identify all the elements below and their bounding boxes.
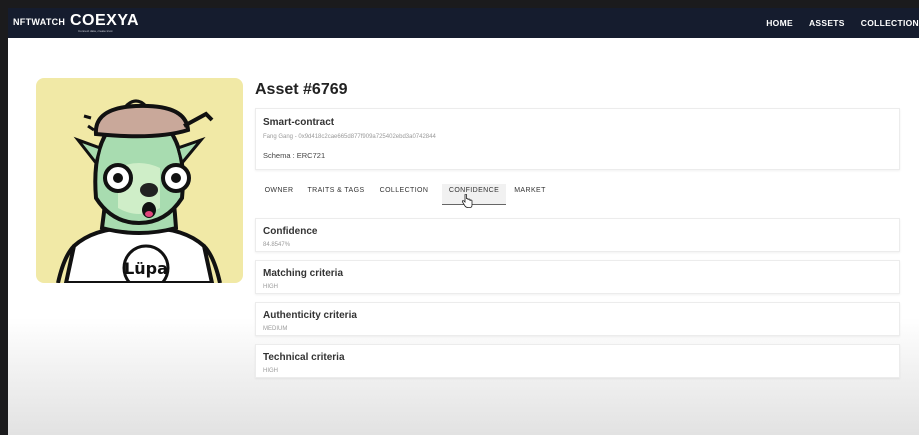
technical-criteria-label: Technical criteria <box>263 352 345 363</box>
tab-collection[interactable]: COLLECTION <box>379 184 429 204</box>
main-nav: HOME ASSETS COLLECTION <box>766 18 919 28</box>
nav-collection[interactable]: COLLECTION <box>861 18 919 28</box>
contract-address: Fang Gang - 0x9d418c2cae665d877f909a7254… <box>263 134 436 140</box>
matching-criteria-label: Matching criteria <box>263 268 344 279</box>
tab-owner[interactable]: OWNER <box>264 184 294 204</box>
authenticity-criteria-card: Authenticity criteria MEDIUM <box>255 302 900 336</box>
nft-character-illustration: Lüpa <box>56 99 222 283</box>
hand-cursor-icon <box>462 194 473 208</box>
nav-assets[interactable]: ASSETS <box>809 18 845 28</box>
authenticity-criteria-value: MEDIUM <box>263 326 288 332</box>
nav-home[interactable]: HOME <box>766 18 793 28</box>
asset-title: Asset #6769 <box>255 81 348 98</box>
confidence-label: Confidence <box>263 226 318 237</box>
top-navbar: NFTWATCH COEXYA Connect data, create tru… <box>8 8 919 38</box>
authenticity-criteria-label: Authenticity criteria <box>263 310 357 321</box>
brand-name[interactable]: NFTWATCH <box>13 17 65 27</box>
technical-criteria-card: Technical criteria HIGH <box>255 344 900 378</box>
smart-contract-heading: Smart-contract <box>263 117 335 128</box>
smart-contract-card: Smart-contract Fang Gang - 0x9d418c2cae6… <box>255 108 900 170</box>
asset-page: Lüpa Asset #6769 Smart-contract Fang Gan… <box>8 38 919 435</box>
contract-schema: Schema : ERC721 <box>263 151 326 160</box>
matching-criteria-value: HIGH <box>263 284 278 290</box>
logo-text: COEXYA <box>70 12 140 29</box>
tab-traits-tags[interactable]: TRAITS & TAGS <box>306 184 366 204</box>
logo-tagline: Connect data, create trust <box>78 29 113 33</box>
shirt-logo-text: Lüpa <box>124 259 168 278</box>
tab-confidence[interactable]: CONFIDENCE <box>442 184 506 205</box>
confidence-value: 84.8547% <box>263 242 291 248</box>
confidence-card: Confidence 84.8547% <box>255 218 900 252</box>
nft-image: Lüpa <box>36 78 243 283</box>
technical-criteria-value: HIGH <box>263 368 278 374</box>
coexya-logo[interactable]: COEXYA Connect data, create trust <box>70 12 140 38</box>
tab-market[interactable]: MARKET <box>512 184 548 204</box>
matching-criteria-card: Matching criteria HIGH <box>255 260 900 294</box>
